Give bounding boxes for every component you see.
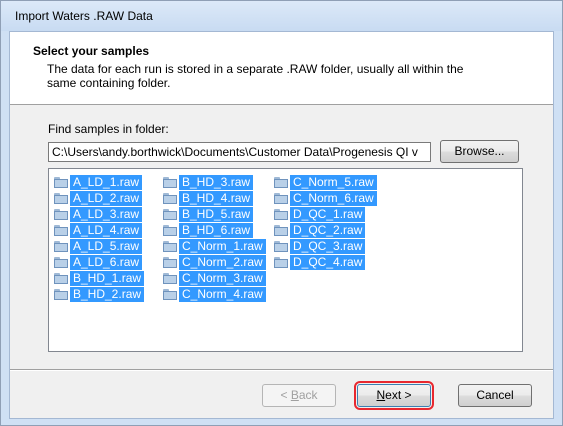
- sample-name: B_HD_1.raw: [70, 270, 145, 286]
- folder-icon: [53, 272, 69, 285]
- sample-name: D_QC_4.raw: [290, 254, 366, 270]
- sample-item[interactable]: A_LD_6.raw: [53, 254, 144, 270]
- sample-item[interactable]: C_Norm_5.raw: [273, 174, 377, 190]
- sample-item[interactable]: B_HD_2.raw: [53, 286, 145, 302]
- back-rest: ack: [298, 388, 318, 402]
- sample-name: C_Norm_5.raw: [290, 174, 377, 190]
- sample-name: B_HD_5.raw: [179, 206, 254, 222]
- sample-item[interactable]: D_QC_2.raw: [273, 222, 377, 238]
- sample-item[interactable]: A_LD_3.raw: [53, 206, 144, 222]
- sample-item[interactable]: D_QC_1.raw: [273, 206, 377, 222]
- folder-path-field[interactable]: [48, 142, 431, 162]
- sample-name: A_LD_1.raw: [70, 174, 143, 190]
- back-mnemonic: B: [290, 388, 299, 402]
- folder-icon: [53, 288, 69, 301]
- back-button[interactable]: < Back: [262, 384, 336, 407]
- sample-item[interactable]: B_HD_3.raw: [162, 174, 266, 190]
- sample-item[interactable]: A_LD_2.raw: [53, 190, 144, 206]
- sample-name: D_QC_3.raw: [290, 238, 366, 254]
- folder-icon: [273, 176, 289, 189]
- folder-icon: [273, 256, 289, 269]
- sample-name: B_HD_6.raw: [179, 222, 254, 238]
- sample-name: D_QC_1.raw: [290, 206, 366, 222]
- folder-icon: [162, 176, 178, 189]
- sample-name: A_LD_5.raw: [70, 238, 143, 254]
- folder-icon: [162, 240, 178, 253]
- sample-name: A_LD_2.raw: [70, 190, 143, 206]
- sample-name: A_LD_6.raw: [70, 254, 143, 270]
- sample-name: A_LD_4.raw: [70, 222, 143, 238]
- sample-name: B_HD_3.raw: [179, 174, 254, 190]
- import-dialog: Import Waters .RAW Data Select your samp…: [0, 0, 563, 426]
- folder-icon: [162, 288, 178, 301]
- sample-item[interactable]: D_QC_3.raw: [273, 238, 377, 254]
- sample-column-3: C_Norm_5.raw C_Norm_6.raw D_QC_1.raw D_QC_2…: [273, 174, 377, 270]
- sample-name: B_HD_4.raw: [179, 190, 254, 206]
- sample-item[interactable]: C_Norm_6.raw: [273, 190, 377, 206]
- folder-icon: [53, 192, 69, 205]
- folder-icon: [53, 240, 69, 253]
- folder-icon: [273, 208, 289, 221]
- sample-name: C_Norm_2.raw: [179, 254, 266, 270]
- sample-item[interactable]: B_HD_6.raw: [162, 222, 266, 238]
- sample-column-1: A_LD_1.raw A_LD_2.raw A_LD_3.raw A_LD_4.raw…: [53, 174, 145, 302]
- sample-item[interactable]: C_Norm_1.raw: [162, 238, 266, 254]
- sample-name: A_LD_3.raw: [70, 206, 143, 222]
- sample-list[interactable]: A_LD_1.raw A_LD_2.raw A_LD_3.raw A_LD_4.raw…: [48, 168, 523, 352]
- sample-name: C_Norm_6.raw: [290, 190, 377, 206]
- folder-icon: [273, 240, 289, 253]
- folder-icon: [53, 256, 69, 269]
- next-rest: ext >: [385, 388, 412, 402]
- sample-item[interactable]: B_HD_5.raw: [162, 206, 266, 222]
- footer-divider: [10, 369, 553, 371]
- sample-item[interactable]: A_LD_1.raw: [53, 174, 144, 190]
- sample-item[interactable]: A_LD_5.raw: [53, 238, 144, 254]
- folder-icon: [53, 208, 69, 221]
- sample-item[interactable]: C_Norm_4.raw: [162, 286, 266, 302]
- next-mnemonic: N: [376, 388, 386, 402]
- sample-item[interactable]: B_HD_1.raw: [53, 270, 145, 286]
- dialog-body: Select your samples The data for each ru…: [9, 31, 554, 419]
- back-prefix: <: [280, 388, 291, 402]
- sample-column-2: B_HD_3.raw B_HD_4.raw B_HD_5.raw B_HD_6.raw…: [162, 174, 266, 302]
- sample-name: C_Norm_1.raw: [179, 238, 266, 254]
- page-description: The data for each run is stored in a sep…: [47, 62, 464, 90]
- folder-icon: [53, 176, 69, 189]
- sample-name: C_Norm_4.raw: [179, 286, 266, 302]
- next-button[interactable]: Next >: [354, 381, 434, 410]
- page-title: Select your samples: [33, 44, 150, 58]
- folder-icon: [53, 224, 69, 237]
- sample-name: D_QC_2.raw: [290, 222, 366, 238]
- window-title: Import Waters .RAW Data: [15, 9, 153, 23]
- sample-name: B_HD_2.raw: [70, 286, 145, 302]
- sample-item[interactable]: A_LD_4.raw: [53, 222, 144, 238]
- folder-icon: [162, 192, 178, 205]
- folder-icon: [162, 224, 178, 237]
- sample-item[interactable]: C_Norm_3.raw: [162, 270, 266, 286]
- folder-icon: [162, 256, 178, 269]
- folder-icon: [273, 192, 289, 205]
- wizard-header: Select your samples The data for each ru…: [10, 32, 553, 105]
- title-bar: Import Waters .RAW Data: [1, 1, 562, 31]
- folder-icon: [162, 272, 178, 285]
- folder-label: Find samples in folder:: [48, 122, 169, 136]
- cancel-button[interactable]: Cancel: [458, 384, 532, 407]
- browse-button[interactable]: Browse...: [440, 140, 519, 163]
- folder-icon: [162, 208, 178, 221]
- sample-item[interactable]: C_Norm_2.raw: [162, 254, 266, 270]
- sample-item[interactable]: B_HD_4.raw: [162, 190, 266, 206]
- folder-icon: [273, 224, 289, 237]
- sample-item[interactable]: D_QC_4.raw: [273, 254, 377, 270]
- sample-name: C_Norm_3.raw: [179, 270, 266, 286]
